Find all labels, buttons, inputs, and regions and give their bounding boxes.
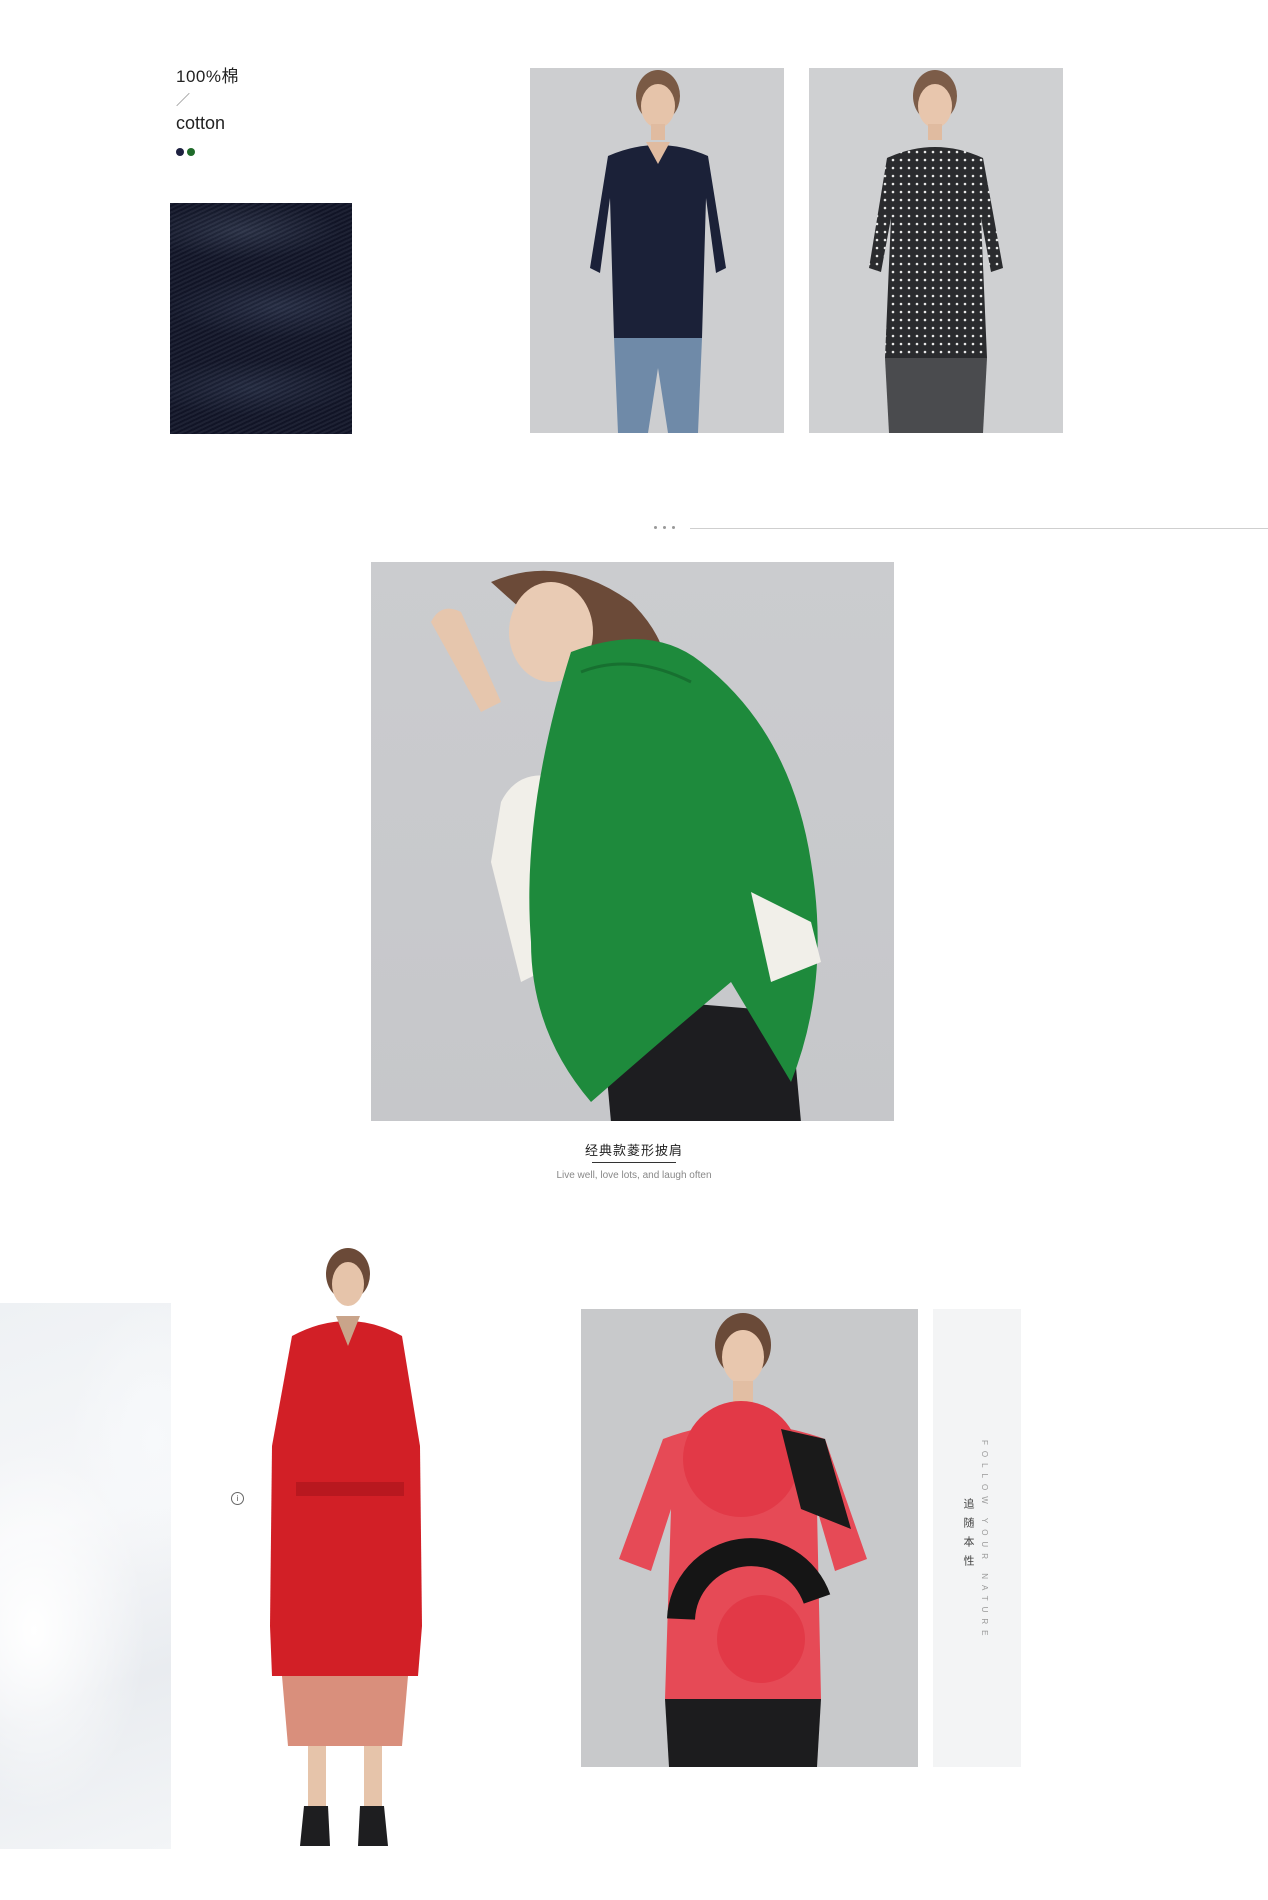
blouse-product-image[interactable] xyxy=(809,68,1063,433)
caption-underline xyxy=(592,1162,676,1163)
material-name: cotton xyxy=(176,113,226,133)
caption-subtitle: Live well, love lots, and laugh often xyxy=(556,1170,712,1181)
coat-product-image[interactable] xyxy=(252,1246,442,1852)
material-percent: 100%棉 xyxy=(176,67,239,86)
sweater-product-image[interactable] xyxy=(530,68,784,433)
poncho-product-image[interactable] xyxy=(371,562,894,1121)
section-divider-dots xyxy=(654,526,675,529)
fabric-closeup-image xyxy=(170,203,352,434)
print-top-product-image[interactable] xyxy=(581,1309,918,1767)
silk-fabric-image xyxy=(0,1303,171,1849)
product-caption: 经典款菱形披肩 Live well, love lots, and laugh … xyxy=(372,1142,896,1183)
material-info: 100%棉 ／ cotton xyxy=(176,66,296,156)
caption-title: 经典款菱形披肩 xyxy=(584,1143,683,1158)
side-slogan-panel xyxy=(933,1309,1021,1767)
swatch-navy[interactable] xyxy=(176,148,184,156)
section-divider-line xyxy=(690,528,1268,529)
slogan-english: FOLLOW YOUR NATURE xyxy=(980,1440,989,1642)
info-icon[interactable]: i xyxy=(231,1492,244,1505)
color-swatches xyxy=(176,148,296,156)
material-slash: ／ xyxy=(176,92,190,108)
slogan-chinese: 追随本性 xyxy=(962,1498,974,1574)
swatch-green[interactable] xyxy=(187,148,195,156)
